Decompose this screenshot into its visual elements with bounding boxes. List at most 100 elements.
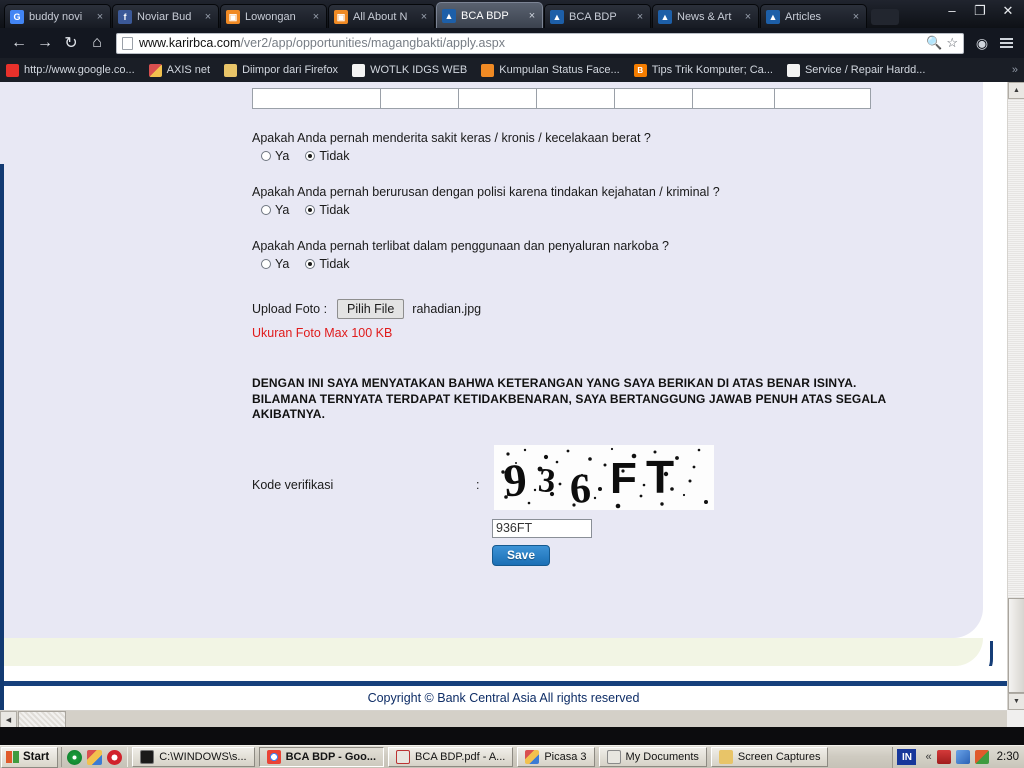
red-dot-icon <box>6 63 19 77</box>
bookmark-item[interactable]: WOTLK IDGS WEB <box>352 63 467 77</box>
acrobat-tray-icon[interactable] <box>936 750 951 764</box>
media-player-icon[interactable] <box>67 749 83 765</box>
bookmark-label: Service / Repair Hardd... <box>804 64 926 76</box>
browser-tab-4-active[interactable]: ▲ BCA BDP × <box>436 2 543 28</box>
tray-expand-icon[interactable]: « <box>925 751 931 763</box>
back-icon[interactable]: ← <box>6 30 32 56</box>
zoom-icon[interactable]: 🔍 <box>926 35 942 51</box>
browser-tab-3[interactable]: ▣ All About N × <box>328 4 435 28</box>
taskbar-button-pdf[interactable]: BCA BDP.pdf - A... <box>388 747 514 767</box>
tab-close-icon[interactable]: × <box>526 10 538 22</box>
question-text: Apakah Anda pernah menderita sakit keras… <box>252 131 651 145</box>
taskbar-button-cmd[interactable]: C:\WINDOWS\s... <box>132 747 255 767</box>
question-options: Ya Tidak <box>252 203 952 217</box>
table-cell[interactable] <box>458 88 537 109</box>
browser-tab-5[interactable]: ▲ BCA BDP × <box>544 4 651 28</box>
opera-icon[interactable] <box>107 749 123 765</box>
bookmark-item[interactable]: Diimpor dari Firefox <box>224 63 339 77</box>
browser-tab-2[interactable]: ▣ Lowongan × <box>220 4 327 28</box>
bookmark-item[interactable]: AXIS net <box>148 63 210 77</box>
taskbar-button-chrome[interactable]: BCA BDP - Goo... <box>258 747 385 767</box>
bookmark-item[interactable]: Service / Repair Hardd... <box>786 63 926 77</box>
tab-close-icon[interactable]: × <box>202 11 214 23</box>
bookmark-star-icon[interactable]: ☆ <box>946 35 958 51</box>
maximize-button[interactable]: ❐ <box>966 1 994 21</box>
address-bar[interactable]: www.karirbca.com/ver2/app/opportunities/… <box>116 32 964 54</box>
radio-label-ya: Ya <box>275 149 290 163</box>
radio-ya-1[interactable] <box>261 205 271 215</box>
scroll-left-arrow-icon[interactable]: ◀ <box>0 711 17 727</box>
radio-ya-0[interactable] <box>261 151 271 161</box>
home-icon[interactable]: ⌂ <box>84 30 110 56</box>
network-tray-icon[interactable] <box>955 750 970 764</box>
bookmarks-overflow-icon[interactable]: » <box>1012 64 1018 76</box>
tab-close-icon[interactable]: × <box>94 11 106 23</box>
vertical-scroll-thumb[interactable] <box>1008 598 1024 693</box>
picasa-icon <box>525 750 540 764</box>
google-icon: G <box>10 9 24 24</box>
forward-icon[interactable]: → <box>32 30 58 56</box>
reload-icon[interactable]: ↻ <box>58 30 84 56</box>
browser-tab-1[interactable]: f Noviar Bud × <box>112 4 219 28</box>
scroll-down-arrow-icon[interactable]: ▼ <box>1008 693 1024 710</box>
table-cell[interactable] <box>380 88 459 109</box>
url-path: /ver2/app/opportunities/magangbakti/appl… <box>240 36 505 50</box>
table-cell[interactable] <box>692 88 775 109</box>
horizontal-scroll-thumb[interactable] <box>18 711 66 727</box>
captcha-input[interactable] <box>492 518 592 538</box>
language-indicator[interactable]: IN <box>897 749 917 765</box>
bookmark-item[interactable]: http://www.google.co... <box>6 63 135 77</box>
browser-tab-6[interactable]: ▲ News & Art × <box>652 4 759 28</box>
bca-icon: ▲ <box>658 9 672 24</box>
bookmark-label: Diimpor dari Firefox <box>242 64 339 76</box>
taskbar-clock[interactable]: 2:30 <box>997 751 1019 763</box>
documents-icon <box>606 750 621 764</box>
picasa-icon[interactable] <box>87 749 103 765</box>
question-text: Apakah Anda pernah terlibat dalam penggu… <box>252 239 669 253</box>
horizontal-scrollbar[interactable]: ◀ <box>0 710 1007 727</box>
table-cell[interactable] <box>614 88 693 109</box>
table-cell[interactable] <box>774 88 871 109</box>
page-viewport: Apakah Anda pernah menderita sakit keras… <box>0 82 1024 727</box>
tab-close-icon[interactable]: × <box>418 11 430 23</box>
scroll-up-arrow-icon[interactable]: ▲ <box>1008 82 1024 99</box>
radio-ya-2[interactable] <box>261 259 271 269</box>
vertical-scrollbar[interactable]: ▲ ▼ <box>1007 82 1024 710</box>
close-button[interactable]: ✕ <box>994 1 1022 21</box>
new-tab-button[interactable] <box>871 9 899 25</box>
upload-label: Upload Foto : <box>252 302 328 316</box>
choose-file-button[interactable]: Pilih File <box>337 299 405 319</box>
address-bar-url: www.karirbca.com/ver2/app/opportunities/… <box>139 36 505 50</box>
horizontal-scroll-track[interactable] <box>68 711 1007 727</box>
table-cell[interactable] <box>536 88 615 109</box>
browser-tab-7[interactable]: ▲ Articles × <box>760 4 867 28</box>
profile-icon[interactable]: ◉ <box>970 31 994 55</box>
radio-tidak-0[interactable] <box>305 151 316 161</box>
radio-tidak-1[interactable] <box>305 205 316 215</box>
bookmark-item[interactable]: Kumpulan Status Face... <box>481 63 620 77</box>
messenger-tray-icon[interactable] <box>974 750 989 764</box>
window-controls: – ❐ ✕ <box>938 0 1022 22</box>
radio-label-ya: Ya <box>275 257 290 271</box>
svg-text:9: 9 <box>502 453 529 505</box>
tab-close-icon[interactable]: × <box>742 11 754 23</box>
minimize-button[interactable]: – <box>938 1 966 21</box>
taskbar-button-screencaptures[interactable]: Screen Captures <box>710 747 829 767</box>
taskbar-button-picasa[interactable]: Picasa 3 <box>517 747 595 767</box>
bookmark-item[interactable]: B Tips Trik Komputer; Ca... <box>633 63 773 77</box>
hamburger-menu-icon[interactable] <box>994 31 1018 55</box>
browser-tab-0[interactable]: G buddy novi × <box>4 4 111 28</box>
radio-label-ya: Ya <box>275 203 290 217</box>
question-options: Ya Tidak <box>252 149 952 163</box>
taskbar-button-mydocuments[interactable]: My Documents <box>598 747 707 767</box>
tab-close-icon[interactable]: × <box>850 11 862 23</box>
table-cell[interactable] <box>252 88 381 109</box>
bca-icon: ▲ <box>766 9 780 24</box>
radio-tidak-2[interactable] <box>305 259 316 269</box>
save-button[interactable]: Save <box>492 544 550 566</box>
start-button[interactable]: Start <box>1 746 59 768</box>
tab-close-icon[interactable]: × <box>634 11 646 23</box>
folder-icon <box>718 750 733 764</box>
tab-close-icon[interactable]: × <box>310 11 322 23</box>
question-block-0: Apakah Anda pernah menderita sakit keras… <box>252 130 952 163</box>
